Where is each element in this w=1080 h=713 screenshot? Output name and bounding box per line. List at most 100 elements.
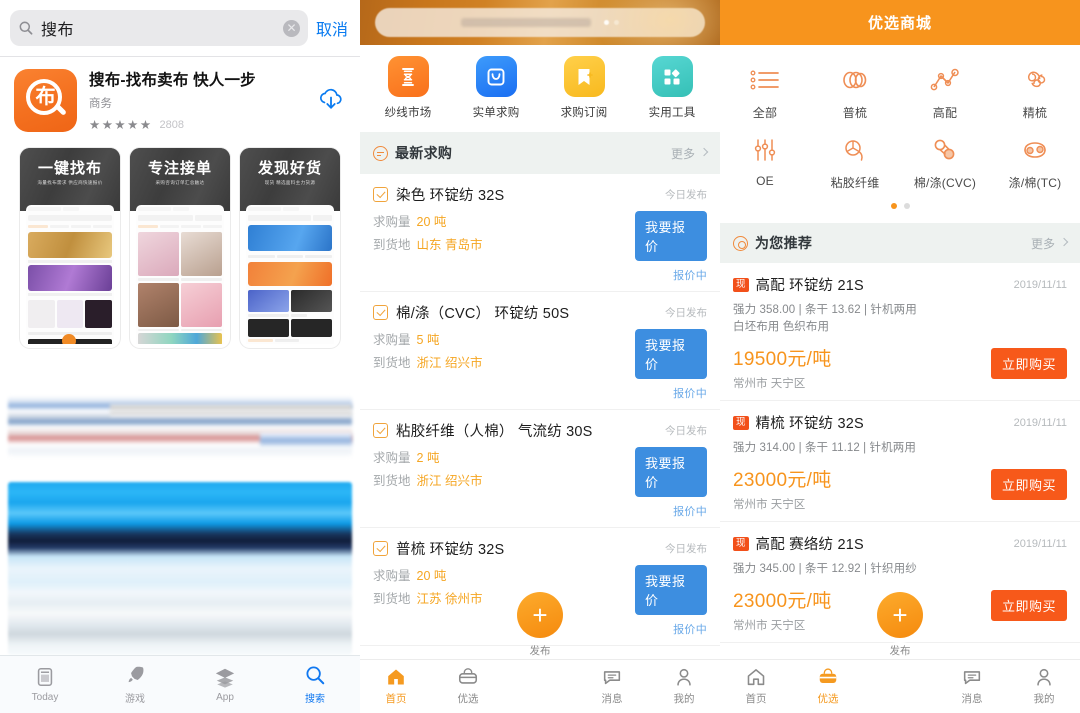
more-link[interactable]: 更多 <box>671 145 695 162</box>
category-oe[interactable]: OE <box>720 127 810 197</box>
tab-games[interactable]: 游戏 <box>90 664 180 705</box>
tab-home[interactable]: 首页 <box>720 666 792 706</box>
product-location: 常州市 天宁区 <box>733 378 806 390</box>
demand-row[interactable]: 棉/涤（CVC） 环锭纺 50S 今日发布 求购量 5 吨 到货地 浙江 绍兴市 我… <box>360 292 720 410</box>
stars-text: ★★★★★ <box>89 118 153 132</box>
demand-name: 普梳 环锭纺 32S <box>396 542 505 558</box>
tab-search[interactable]: 搜索 <box>270 664 360 705</box>
status-badge: 现 <box>733 415 749 430</box>
product-row[interactable]: 现 精梳 环锭纺 32S 2019/11/11 强力 314.00 | 条干 1… <box>720 401 1080 522</box>
plus-fab-icon[interactable] <box>517 592 563 638</box>
search-placeholder-ghost <box>461 18 591 27</box>
product-spec-line: 白坯布用 色织布用 <box>733 321 830 333</box>
tab-messages[interactable]: 消息 <box>576 666 648 706</box>
cancel-button[interactable]: 取消 <box>316 16 348 40</box>
quick-action-real-order[interactable]: 实单求购 <box>452 56 540 120</box>
quote-button[interactable]: 我要报价 <box>635 447 707 497</box>
product-price-unit: 元/吨 <box>787 349 832 370</box>
quote-button[interactable]: 我要报价 <box>635 329 707 379</box>
motion-blur-streak <box>260 432 352 448</box>
carousel-dot-active[interactable] <box>604 20 609 25</box>
quote-button[interactable]: 我要报价 <box>635 211 707 261</box>
panel-home: 纱线市场 实单求购 求购订阅 实用工具 最新求购 更多 染色 环锭纺 32S 今… <box>360 0 720 713</box>
mall-header: 优选商城 <box>720 0 1080 45</box>
category-tc[interactable]: 涤/棉(TC) <box>990 127 1080 197</box>
more-link[interactable]: 更多 <box>1031 235 1055 252</box>
demand-dest-row: 到货地 江苏 徐州市 <box>373 588 635 611</box>
category-cvc[interactable]: 棉/涤(CVC) <box>900 127 990 197</box>
tab-label: App <box>216 692 234 703</box>
category-carded[interactable]: 普梳 <box>810 57 900 127</box>
quick-action-yarn-market[interactable]: 纱线市场 <box>364 56 452 120</box>
app-result-row[interactable]: 布 搜布-找布卖布 快人一步 商务 ★★★★★ 2808 <box>0 57 360 142</box>
carousel-dot[interactable] <box>614 20 619 25</box>
demand-body: 求购量 5 吨 到货地 浙江 绍兴市 我要报价 报价中 <box>373 329 707 401</box>
category-grid: 全部 普梳 高配 精梳 OE 粘胶纤维 棉/涤(CVC) 涤/棉(TC) <box>720 45 1080 223</box>
pager-dot[interactable] <box>903 203 910 209</box>
dest-value: 浙江 绍兴市 <box>416 356 483 370</box>
product-row[interactable]: 现 高配 环锭纺 21S 2019/11/11 强力 358.00 | 条干 1… <box>720 263 1080 401</box>
product-spec-line: 强力 314.00 | 条干 11.12 | 针机两用 <box>733 442 916 454</box>
app-screenshot-gallery[interactable]: 一键找布 海量找布需求 供应商快速报价 专注接单 采购咨询订单汇总触达 发现好货… <box>0 142 360 348</box>
demand-row[interactable]: 粘胶纤维（人棉） 气流纺 30S 今日发布 求购量 2 吨 到货地 浙江 绍兴市 我… <box>360 410 720 528</box>
dest-label: 到货地 <box>373 238 411 252</box>
demand-dest-row: 到货地 山东 青岛市 <box>373 234 635 257</box>
demand-actions: 我要报价 报价中 <box>635 211 707 283</box>
cancer-loop-icon <box>1024 142 1046 158</box>
search-query-text: 搜布 <box>41 22 75 39</box>
product-price-row: 23000元/吨 <box>733 465 991 492</box>
grid-tools-icon <box>651 56 693 97</box>
tab-app[interactable]: App <box>180 666 270 703</box>
tab-home[interactable]: 首页 <box>360 666 432 706</box>
demand-row[interactable]: 染色 环锭纺 32S 今日发布 求购量 20 吨 到货地 山东 青岛市 我要报价 报… <box>360 174 720 292</box>
plus-fab-icon[interactable] <box>877 592 923 638</box>
quick-action-label: 求购订阅 <box>560 107 608 119</box>
shop-icon <box>819 668 837 683</box>
screenshot-thumb[interactable]: 一键找布 海量找布需求 供应商快速报价 <box>20 148 120 348</box>
quote-button[interactable]: 我要报价 <box>635 565 707 615</box>
tab-today[interactable]: Today <box>0 666 90 703</box>
blurred-content-region <box>0 378 360 655</box>
screenshot-thumb[interactable]: 发现好货 现货 精选面料主力货源 <box>240 148 340 348</box>
product-spec-line: 强力 358.00 | 条干 13.62 | 针机两用 <box>733 304 917 316</box>
quote-status: 报价中 <box>673 506 707 518</box>
quick-action-tools[interactable]: 实用工具 <box>628 56 716 120</box>
tab-mall[interactable]: 优选 <box>792 666 864 706</box>
demand-fields: 求购量 20 吨 到货地 江苏 徐州市 <box>373 565 635 637</box>
page-title: 优选商城 <box>867 15 932 32</box>
tab-label: 优选 <box>457 693 479 705</box>
pager-dot-active[interactable] <box>890 203 897 209</box>
qty-label: 求购量 <box>373 451 411 465</box>
app-category: 商务 <box>89 98 112 110</box>
list-circle-icon <box>373 145 388 161</box>
message-icon <box>963 671 981 685</box>
demand-header: 染色 环锭纺 32S 今日发布 <box>373 184 707 205</box>
tab-profile[interactable]: 我的 <box>648 666 720 706</box>
buy-now-button[interactable]: 立即购买 <box>990 469 1067 500</box>
category-high-spec[interactable]: 高配 <box>900 57 990 127</box>
demand-fields: 求购量 2 吨 到货地 浙江 绍兴市 <box>373 447 635 519</box>
category-combed[interactable]: 精梳 <box>990 57 1080 127</box>
tab-messages[interactable]: 消息 <box>936 666 1008 706</box>
tab-label: Today <box>31 692 59 703</box>
qty-label: 求购量 <box>373 569 411 583</box>
category-label: 高配 <box>932 106 958 120</box>
qty-value: 20 吨 <box>416 215 447 229</box>
category-label: 粘胶纤维 <box>830 176 880 190</box>
clear-circle-icon[interactable]: ✕ <box>282 19 300 37</box>
quick-action-subscribe[interactable]: 求购订阅 <box>540 56 628 120</box>
home-search-input[interactable] <box>375 8 705 37</box>
download-cloud-icon[interactable] <box>316 85 346 115</box>
buy-now-button[interactable]: 立即购买 <box>990 348 1067 379</box>
demand-check-icon <box>373 305 388 320</box>
tab-profile[interactable]: 我的 <box>1008 666 1080 706</box>
category-label: 棉/涤(CVC) <box>913 176 977 190</box>
category-viscose[interactable]: 粘胶纤维 <box>810 127 900 197</box>
buy-now-button[interactable]: 立即购买 <box>990 590 1067 621</box>
tab-mall[interactable]: 优选 <box>432 666 504 706</box>
qty-label: 求购量 <box>373 333 411 347</box>
category-all[interactable]: 全部 <box>720 57 810 127</box>
search-input[interactable]: 搜布 ✕ <box>10 10 308 46</box>
screenshot-thumb[interactable]: 专注接单 采购咨询订单汇总触达 <box>130 148 230 348</box>
person-icon <box>1037 668 1051 686</box>
